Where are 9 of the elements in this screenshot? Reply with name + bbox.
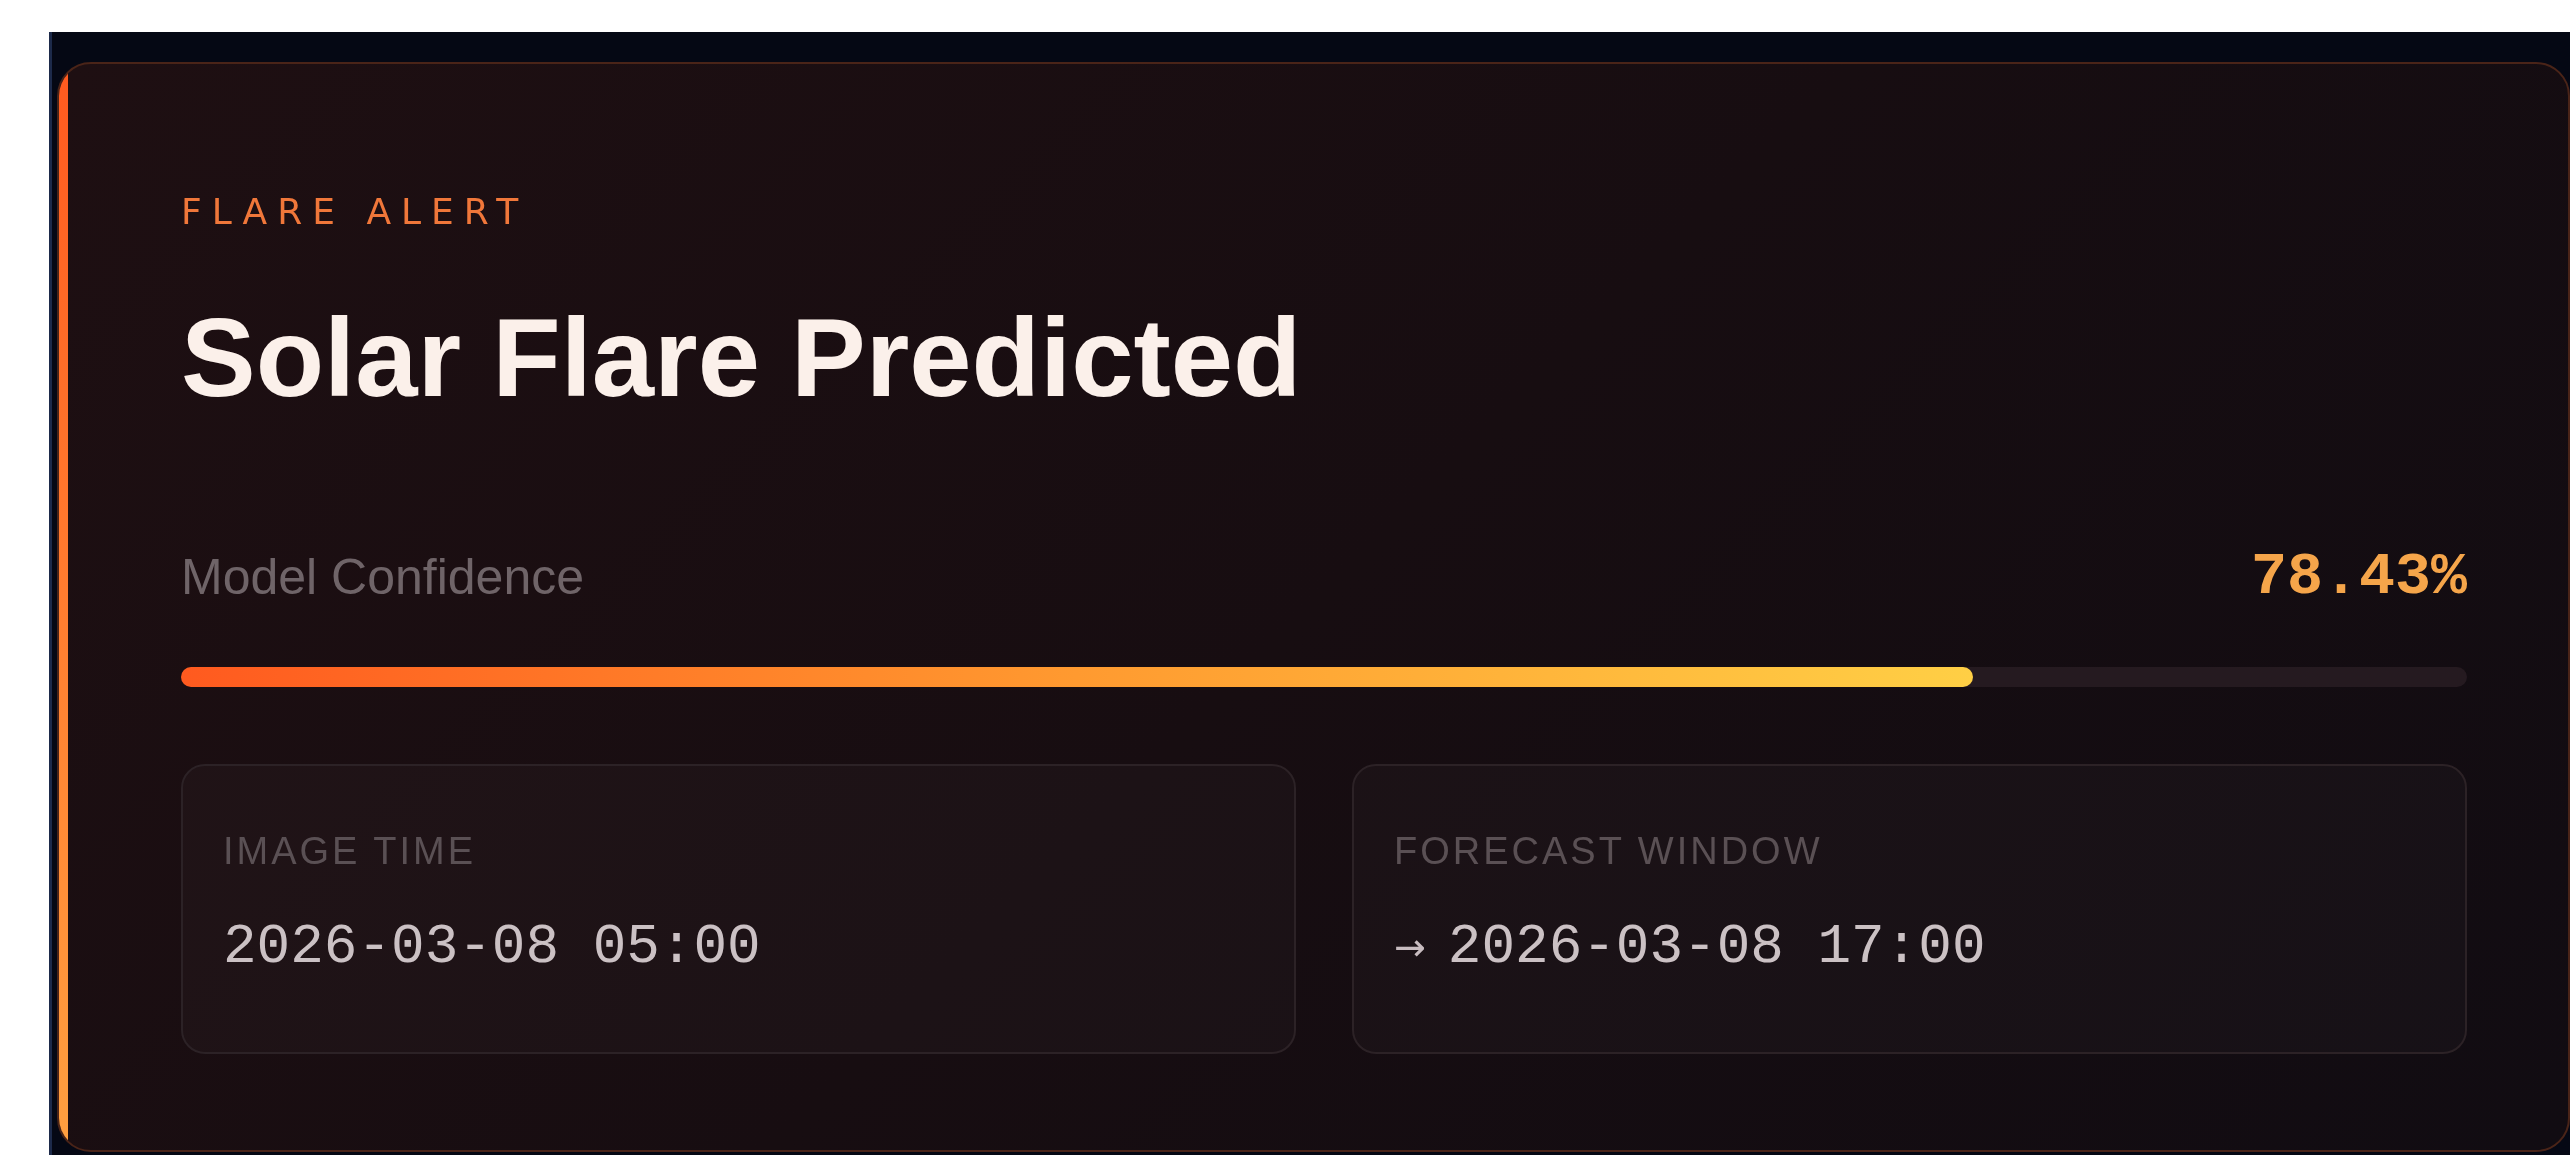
- confidence-reading: 78.43%: [2250, 543, 2467, 611]
- detail-label: IMAGE TIME: [223, 829, 478, 874]
- detail-value: 2026-03-08 05:00: [223, 914, 761, 980]
- alert-title: Solar Flare Predicted: [181, 294, 1303, 422]
- confidence-label: Model Confidence: [181, 548, 585, 606]
- detail-label: FORECAST WINDOW: [1394, 829, 1824, 874]
- alert-eyebrow: FLARE ALERT: [181, 192, 530, 232]
- arrow-glyph: →: [1394, 925, 1426, 969]
- detail-value: 2026-03-08 17:00: [1447, 914, 1986, 980]
